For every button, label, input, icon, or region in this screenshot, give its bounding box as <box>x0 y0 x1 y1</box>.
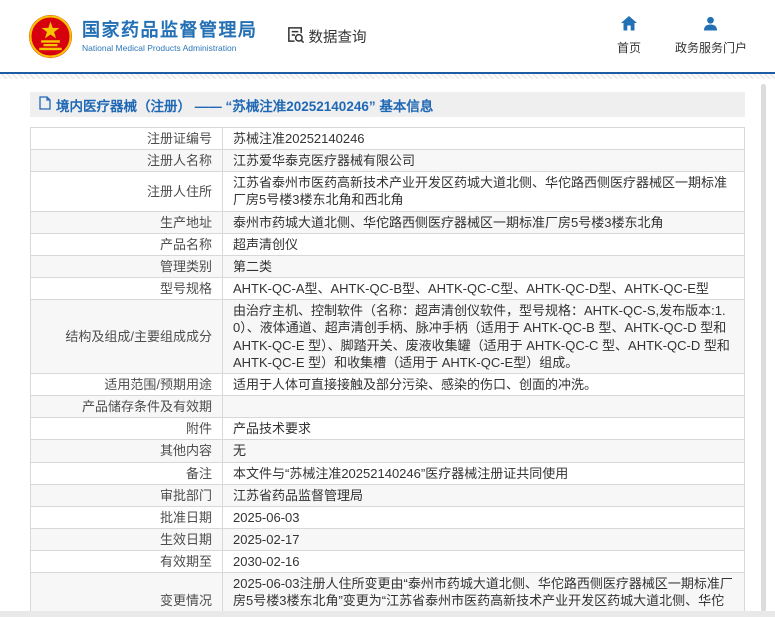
page-title: 境内医疗器械（注册） —— “苏械注准20252140246” 基本信息 <box>30 92 745 117</box>
row-label: 结构及组成/主要组成成分 <box>31 300 223 374</box>
table-row: 注册人住所江苏省泰州市医药高新技术产业开发区药城大道北侧、华佗路西侧医疗器械区一… <box>31 172 745 211</box>
row-label-text: 生产地址 <box>160 215 212 230</box>
nav-home-label: 首页 <box>617 39 641 56</box>
row-label: 生产地址 <box>31 211 223 233</box>
row-label-text: 管理类别 <box>160 259 212 274</box>
row-label-text: 产品储存条件及有效期 <box>82 399 212 414</box>
row-value: 江苏省泰州市医药高新技术产业开发区药城大道北侧、华佗路西侧医疗器械区一期标准厂房… <box>223 172 745 211</box>
table-row: 注册证编号苏械注准20252140246 <box>31 128 745 150</box>
row-label: 批准日期 <box>31 506 223 528</box>
row-label-text: 注册人住所 <box>147 184 212 199</box>
page-title-text: 境内医疗器械（注册） —— “苏械注准20252140246” 基本信息 <box>56 95 433 115</box>
agency-name: 国家药品监督管理局 National Medical Products Admi… <box>82 19 258 53</box>
row-value: 产品技术要求 <box>223 418 745 440</box>
row-label-text: 有效期至 <box>160 554 212 569</box>
row-value: 适用于人体可直接接触及部分污染、感染的伤口、创面的冲洗。 <box>223 373 745 395</box>
document-icon <box>39 96 56 113</box>
row-label-text: 注册人名称 <box>147 153 212 168</box>
row-value: 2025-02-17 <box>223 528 745 550</box>
row-label-text: 注册证编号 <box>147 131 212 146</box>
row-label: 管理类别 <box>31 255 223 277</box>
nav-data-query[interactable]: 数据查询 <box>286 25 367 48</box>
row-label-text: 结构及组成/主要组成成分 <box>65 329 212 344</box>
row-value: 第二类 <box>223 255 745 277</box>
agency-name-cn: 国家药品监督管理局 <box>82 19 258 41</box>
row-value: 无 <box>223 440 745 462</box>
row-value: 苏械注准20252140246 <box>223 128 745 150</box>
row-label: 有效期至 <box>31 551 223 573</box>
table-row: 结构及组成/主要组成成分由治疗主机、控制软件（名称：超声清创仪软件，型号规格：A… <box>31 300 745 374</box>
row-label: 附件 <box>31 418 223 440</box>
home-icon <box>621 16 637 34</box>
table-row: 型号规格 AHTK-QC-A型、AHTK-QC-B型、AHTK-QC-C型、AHT… <box>31 278 745 300</box>
row-label-text: 型号规格 <box>160 281 212 296</box>
footer-strip <box>0 611 775 617</box>
nav-portal[interactable]: 政务服务门户 <box>675 16 747 56</box>
row-label: 适用范围/预期用途 <box>31 373 223 395</box>
national-emblem-logo <box>28 14 73 59</box>
row-value: 本文件与“苏械注准20252140246”医疗器械注册证共同使用 <box>223 462 745 484</box>
table-row: 批准日期 2025-06-03 <box>31 506 745 528</box>
info-table: 注册证编号苏械注准20252140246注册人名称江苏爱华泰克医疗器械有限公司注… <box>30 127 745 617</box>
table-row: 生效日期 2025-02-17 <box>31 528 745 550</box>
row-label: 产品储存条件及有效期 <box>31 396 223 418</box>
table-row: 生产地址泰州市药城大道北侧、华佗路西侧医疗器械区一期标准厂房5号楼3楼东北角 <box>31 211 745 233</box>
vertical-scrollbar[interactable] <box>761 84 766 612</box>
row-label-text: 批准日期 <box>160 510 212 525</box>
row-label: 注册证编号 <box>31 128 223 150</box>
table-row: 注册人名称江苏爱华泰克医疗器械有限公司 <box>31 150 745 172</box>
row-value: AHTK-QC-A型、AHTK-QC-B型、AHTK-QC-C型、AHTK-QC… <box>223 278 745 300</box>
data-query-icon <box>286 25 309 48</box>
table-row: 适用范围/预期用途适用于人体可直接接触及部分污染、感染的伤口、创面的冲洗。 <box>31 373 745 395</box>
row-label-text: 附件 <box>186 421 212 436</box>
row-label: 注册人名称 <box>31 150 223 172</box>
row-label: 备注 <box>31 462 223 484</box>
table-row: 备注本文件与“苏械注准20252140246”医疗器械注册证共同使用 <box>31 462 745 484</box>
row-label-text: 变更情况 <box>160 593 212 608</box>
table-row: 审批部门江苏省药品监督管理局 <box>31 484 745 506</box>
header-divider-hatch <box>0 74 775 79</box>
row-value <box>223 396 745 418</box>
row-value: 江苏省药品监督管理局 <box>223 484 745 506</box>
table-row: 其他内容无 <box>31 440 745 462</box>
row-label: 审批部门 <box>31 484 223 506</box>
row-label-text: 产品名称 <box>160 237 212 252</box>
row-label-text: 生效日期 <box>160 532 212 547</box>
row-label-text: 备注 <box>186 466 212 481</box>
table-row: 产品储存条件及有效期 <box>31 396 745 418</box>
site-header: 国家药品监督管理局 National Medical Products Admi… <box>0 0 775 72</box>
row-label-text: 其他内容 <box>160 443 212 458</box>
row-value: 2030-02-16 <box>223 551 745 573</box>
nav-portal-label: 政务服务门户 <box>675 39 747 56</box>
table-row: 附件产品技术要求 <box>31 418 745 440</box>
table-row: 产品名称超声清创仪 <box>31 233 745 255</box>
row-label-text: 审批部门 <box>160 488 212 503</box>
main-content: 境内医疗器械（注册） —— “苏械注准20252140246” 基本信息 注册证… <box>30 92 745 617</box>
row-value: 由治疗主机、控制软件（名称：超声清创仪软件，型号规格：AHTK-QC-S,发布版… <box>223 300 745 374</box>
row-value: 江苏爱华泰克医疗器械有限公司 <box>223 150 745 172</box>
table-row: 管理类别第二类 <box>31 255 745 277</box>
nav-home[interactable]: 首页 <box>617 16 641 56</box>
row-value: 2025-06-03 <box>223 506 745 528</box>
row-value: 泰州市药城大道北侧、华佗路西侧医疗器械区一期标准厂房5号楼3楼东北角 <box>223 211 745 233</box>
row-label: 型号规格 <box>31 278 223 300</box>
row-label-text: 适用范围/预期用途 <box>104 377 212 392</box>
row-label: 其他内容 <box>31 440 223 462</box>
user-icon <box>703 16 718 34</box>
data-query-label: 数据查询 <box>309 26 367 47</box>
agency-name-en: National Medical Products Administration <box>82 43 258 53</box>
row-label: 生效日期 <box>31 528 223 550</box>
row-value: 超声清创仪 <box>223 233 745 255</box>
info-table-body: 注册证编号苏械注准20252140246注册人名称江苏爱华泰克医疗器械有限公司注… <box>31 128 745 617</box>
row-label: 产品名称 <box>31 233 223 255</box>
table-row: 有效期至 2030-02-16 <box>31 551 745 573</box>
row-label: 注册人住所 <box>31 172 223 211</box>
